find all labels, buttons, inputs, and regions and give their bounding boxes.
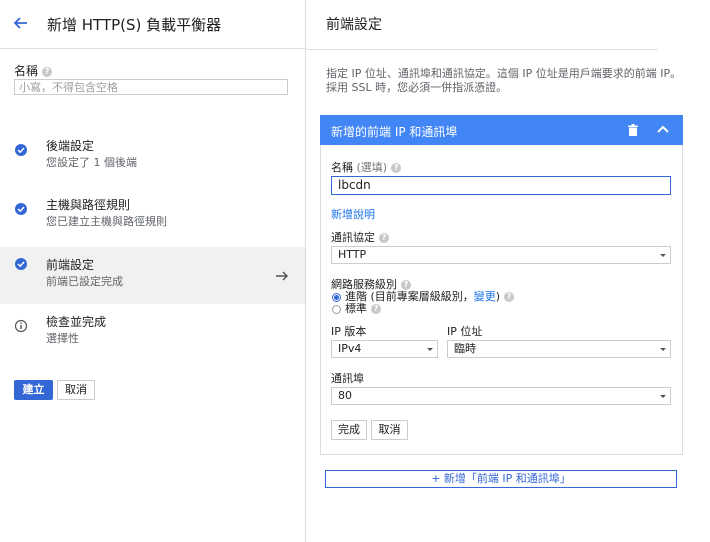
step-frontend[interactable]: 前端設定 前端已設定完成	[0, 247, 305, 304]
step-title: 檢查並完成	[46, 315, 107, 329]
step-subtitle: 您設定了 1 個後端	[46, 156, 137, 169]
create-button[interactable]: 建立	[14, 380, 53, 400]
frontend-name-input[interactable]: lbcdn	[331, 176, 671, 195]
dropdown-caret-icon	[427, 348, 433, 351]
left-panel: 新增 HTTP(S) 負載平衡器 名稱? 小寫，不得包含空格 後端設定 您設定了…	[0, 0, 306, 542]
cancel-button[interactable]: 取消	[57, 380, 95, 400]
check-icon	[15, 144, 27, 156]
lb-name-input[interactable]: 小寫，不得包含空格	[14, 79, 288, 95]
add-description-link[interactable]: 新增說明	[331, 206, 375, 222]
step-subtitle: 選擇性	[46, 332, 79, 345]
name-label: 名稱?	[14, 62, 53, 79]
frontend-card: 名稱 (選填)? lbcdn 新增說明 通訊協定? HTTP 網路服務級別? 進…	[320, 145, 683, 455]
premium-suffix: )	[495, 290, 501, 303]
step-subtitle: 您已建立主機與路徑規則	[46, 215, 167, 228]
port-value: 80	[338, 389, 352, 402]
help-icon[interactable]: ?	[391, 163, 402, 173]
protocol-label: 通訊協定?	[331, 229, 389, 245]
done-button[interactable]: 完成	[331, 420, 367, 440]
optional-text: (選填)	[356, 161, 388, 174]
page-title: 新增 HTTP(S) 負載平衡器	[47, 16, 222, 34]
step-title: 前端設定	[46, 258, 95, 272]
help-icon[interactable]: ?	[371, 304, 381, 314]
dropdown-caret-icon	[660, 254, 666, 257]
ip-address-select[interactable]: 臨時	[447, 340, 671, 358]
name-label-text: 名稱	[14, 64, 39, 78]
back-arrow-icon[interactable]	[12, 14, 30, 32]
frontend-card-header[interactable]: 新增的前端 IP 和通訊埠	[320, 115, 683, 145]
ip-version-label: IP 版本	[331, 325, 367, 338]
card-title: 新增的前端 IP 和通訊埠	[331, 125, 458, 139]
ip-address-label: IP 位址	[447, 325, 483, 338]
divider	[306, 49, 658, 50]
step-title: 後端設定	[46, 139, 95, 153]
section-title: 前端設定	[326, 17, 382, 33]
chevron-up-icon[interactable]	[657, 124, 669, 134]
check-icon	[15, 203, 27, 215]
step-backend[interactable]: 後端設定 您設定了 1 個後端	[0, 139, 305, 197]
name-field-label: 名稱 (選填)?	[331, 159, 402, 175]
name-label-text: 名稱	[331, 161, 353, 174]
help-icon[interactable]: ?	[504, 292, 515, 302]
change-tier-link[interactable]: 變更	[474, 290, 496, 303]
ip-version-value: IPv4	[338, 342, 362, 355]
port-label: 通訊埠	[331, 372, 364, 385]
premium-tier-radio[interactable]	[332, 293, 341, 302]
right-panel: 前端設定 指定 IP 位址、通訊埠和通訊協定。這個 IP 位址是用戶端要求的前端…	[306, 0, 710, 542]
step-review[interactable]: 檢查並完成 選擇性	[0, 315, 305, 373]
card-cancel-button[interactable]: 取消	[371, 420, 408, 440]
section-description: 指定 IP 位址、通訊埠和通訊協定。這個 IP 位址是用戶端要求的前端 IP。採…	[326, 67, 682, 94]
panel-header: 新增 HTTP(S) 負載平衡器	[0, 0, 305, 49]
standard-tier-radio[interactable]	[332, 305, 341, 314]
trash-icon[interactable]	[628, 124, 638, 136]
standard-text: 標準	[345, 302, 367, 315]
ip-version-select[interactable]: IPv4	[331, 340, 438, 358]
dropdown-caret-icon	[660, 395, 666, 398]
add-frontend-label: 新增「前端 IP 和通訊埠」	[443, 472, 571, 485]
arrow-right-icon	[276, 271, 289, 281]
port-select[interactable]: 80	[331, 387, 671, 405]
protocol-value: HTTP	[338, 248, 367, 261]
plus-icon: +	[431, 472, 444, 485]
ip-address-value: 臨時	[454, 342, 476, 355]
protocol-select[interactable]: HTTP	[331, 246, 671, 264]
check-icon	[15, 258, 27, 270]
info-icon	[14, 319, 28, 333]
step-subtitle: 前端已設定完成	[46, 275, 123, 288]
add-frontend-button[interactable]: + 新增「前端 IP 和通訊埠」	[325, 470, 677, 488]
help-icon[interactable]: ?	[42, 66, 53, 77]
protocol-label-text: 通訊協定	[331, 231, 375, 244]
dropdown-caret-icon	[660, 348, 666, 351]
step-title: 主機與路徑規則	[46, 198, 131, 212]
help-icon[interactable]: ?	[379, 233, 389, 243]
standard-tier-label: 標準?	[345, 300, 381, 316]
